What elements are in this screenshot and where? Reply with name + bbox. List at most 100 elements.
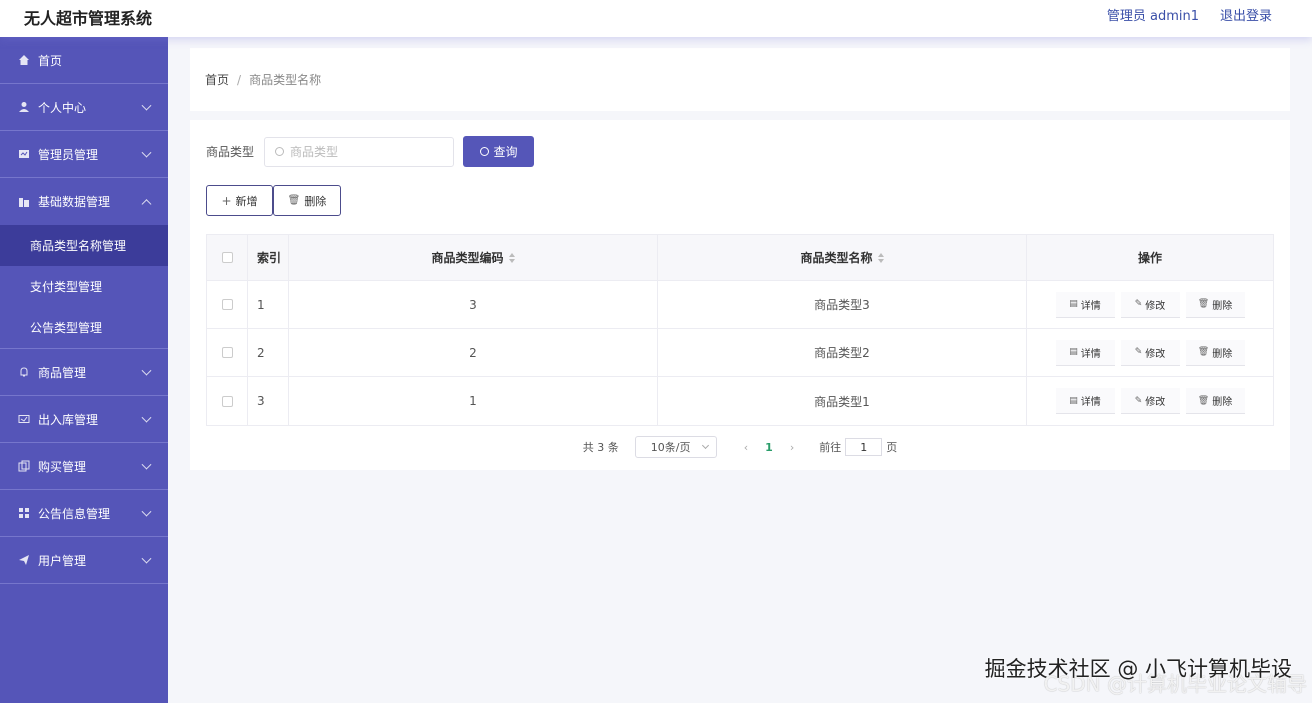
sidebar-item-inout[interactable]: 出入库管理 [0, 396, 168, 443]
delete-label: 删除 [1212, 348, 1233, 360]
sidebar-subitem-payment-type[interactable]: 支付类型管理 [0, 266, 168, 307]
send-icon [19, 555, 29, 565]
delete-label: 删除 [1212, 300, 1233, 312]
row-index: 3 [248, 377, 289, 425]
delete-label: 删除 [1212, 397, 1233, 408]
edit-button[interactable]: ✎ 修改 [1120, 291, 1180, 318]
row-name: 商品类型3 [658, 281, 1027, 328]
sidebar-item-basic-data[interactable]: 基础数据管理 [0, 178, 168, 225]
detail-button[interactable]: ▤ 详情 [1055, 388, 1115, 414]
row-checkbox-cell [207, 281, 248, 328]
sidebar-item-home[interactable]: 首页 [0, 37, 168, 84]
pencil-icon: ✎ [1134, 347, 1143, 357]
add-button-label: 新增 [235, 194, 258, 208]
pagination: 共 3 条 10条/页 ‹ 1 › 前往 1 页 [206, 436, 1274, 458]
home-icon [19, 55, 29, 65]
trash-icon: 🗑 [1197, 395, 1210, 406]
sort-icon[interactable] [508, 252, 515, 263]
next-page-button[interactable]: › [790, 441, 794, 454]
trash-icon: 🗑 [1197, 347, 1210, 357]
user-icon [19, 102, 29, 112]
watermark-juejin: 掘金技术社区 @ 小飞计算机毕设 [984, 657, 1292, 681]
copy-icon [18, 460, 30, 472]
search-placeholder: 商品类型 [290, 145, 339, 159]
delete-button[interactable]: 🗑 删除 [1185, 339, 1245, 366]
sidebar-item-label: 首页 [38, 53, 63, 68]
row-checkbox-cell [207, 329, 248, 376]
grid-icon [19, 508, 29, 518]
sidebar-item-users[interactable]: 用户管理 [0, 537, 168, 584]
inout-icon [18, 415, 30, 423]
chevron-down-icon [141, 412, 152, 423]
delete-button[interactable]: 🗑 删除 [1185, 388, 1245, 414]
chevron-down-icon [701, 441, 709, 450]
sort-icon[interactable] [877, 252, 884, 263]
prev-page-button[interactable]: ‹ [744, 441, 748, 454]
page-number[interactable]: 1 [765, 441, 773, 454]
row-code: 2 [289, 329, 658, 376]
goto-label: 前往 [819, 441, 842, 454]
header-index: 索引 [248, 235, 289, 280]
search-input[interactable]: 商品类型 [264, 136, 455, 167]
row-index: 2 [248, 329, 289, 376]
sidebar: 首页 个人中心 管理员管理 基础数据管理 商品类型名称管理 支付类型管理 公告类… [0, 37, 168, 703]
query-button-label: 查询 [493, 145, 518, 159]
row-checkbox[interactable] [221, 299, 233, 310]
page-suffix: 页 [886, 441, 898, 454]
table-header: 索引 商品类型编码 商品类型名称 操作 [207, 235, 1273, 281]
header-name-label: 商品类型名称 [800, 251, 873, 265]
action-bar: + 新增 🗑 删除 [206, 185, 1274, 216]
logout-link[interactable]: 退出登录 [1220, 5, 1272, 24]
edit-label: 修改 [1145, 300, 1166, 312]
sidebar-item-admins[interactable]: 管理员管理 [0, 131, 168, 178]
chevron-down-icon [141, 553, 152, 564]
chevron-up-icon [141, 198, 152, 209]
sidebar-item-label: 商品管理 [38, 365, 87, 380]
batch-delete-button[interactable]: 🗑 删除 [273, 185, 341, 216]
edit-button[interactable]: ✎ 修改 [1120, 388, 1180, 414]
sidebar-subitem-notice-type[interactable]: 公告类型管理 [0, 307, 168, 348]
sidebar-item-label: 购买管理 [38, 459, 87, 474]
data-icon [19, 197, 29, 207]
header-name[interactable]: 商品类型名称 [658, 235, 1027, 280]
add-button[interactable]: + 新增 [206, 185, 273, 216]
edit-label: 修改 [1145, 397, 1166, 408]
header-code[interactable]: 商品类型编码 [289, 235, 658, 280]
edit-button[interactable]: ✎ 修改 [1120, 339, 1180, 366]
sidebar-item-label: 基础数据管理 [38, 195, 111, 209]
delete-button-label: 删除 [304, 194, 327, 208]
sidebar-item-profile[interactable]: 个人中心 [0, 84, 168, 131]
page-size-select[interactable]: 10条/页 [634, 436, 717, 458]
header-checkbox-cell [207, 235, 248, 280]
admin-icon [19, 150, 29, 158]
submenu-basic-data: 商品类型名称管理 支付类型管理 公告类型管理 [0, 225, 168, 348]
row-checkbox[interactable] [221, 347, 233, 358]
chevron-down-icon [141, 147, 152, 158]
detail-label: 详情 [1080, 397, 1101, 408]
list-panel: 商品类型 商品类型 查询 + 新增 🗑 删除 索引 商品类型编码 商品类型名称 … [190, 120, 1290, 470]
goto-page-input[interactable]: 1 [845, 438, 883, 456]
sidebar-item-purchase[interactable]: 购买管理 [0, 443, 168, 490]
sidebar-item-products[interactable]: 商品管理 [0, 349, 168, 396]
top-bar: 无人超市管理系统 管理员 admin1 退出登录 [0, 0, 1312, 37]
current-user: 管理员 admin1 [1106, 9, 1199, 24]
trash-icon: 🗑 [1197, 299, 1210, 309]
row-checkbox[interactable] [221, 395, 233, 407]
header-code-label: 商品类型编码 [431, 251, 504, 265]
sidebar-item-notices[interactable]: 公告信息管理 [0, 490, 168, 537]
detail-button[interactable]: ▤ 详情 [1055, 339, 1115, 366]
row-index: 1 [248, 281, 289, 328]
sidebar-item-label: 管理员管理 [38, 147, 99, 162]
breadcrumb-home[interactable]: 首页 [205, 71, 229, 88]
row-ops: ▤ 详情 ✎ 修改 🗑 删除 [1027, 377, 1273, 425]
document-icon: ▤ [1069, 347, 1078, 357]
delete-button[interactable]: 🗑 删除 [1185, 291, 1245, 318]
trash-icon: 🗑 [287, 195, 301, 206]
table-row: 2 2 商品类型2 ▤ 详情 ✎ 修改 🗑 删除 [207, 329, 1273, 377]
select-all-checkbox[interactable] [221, 252, 233, 263]
page-size-value: 10条/页 [650, 441, 691, 454]
sidebar-subitem-product-type[interactable]: 商品类型名称管理 [0, 225, 168, 266]
query-button[interactable]: 查询 [463, 136, 535, 167]
table-row: 3 1 商品类型1 ▤ 详情 ✎ 修改 🗑 删除 [207, 377, 1273, 425]
detail-button[interactable]: ▤ 详情 [1055, 291, 1115, 318]
